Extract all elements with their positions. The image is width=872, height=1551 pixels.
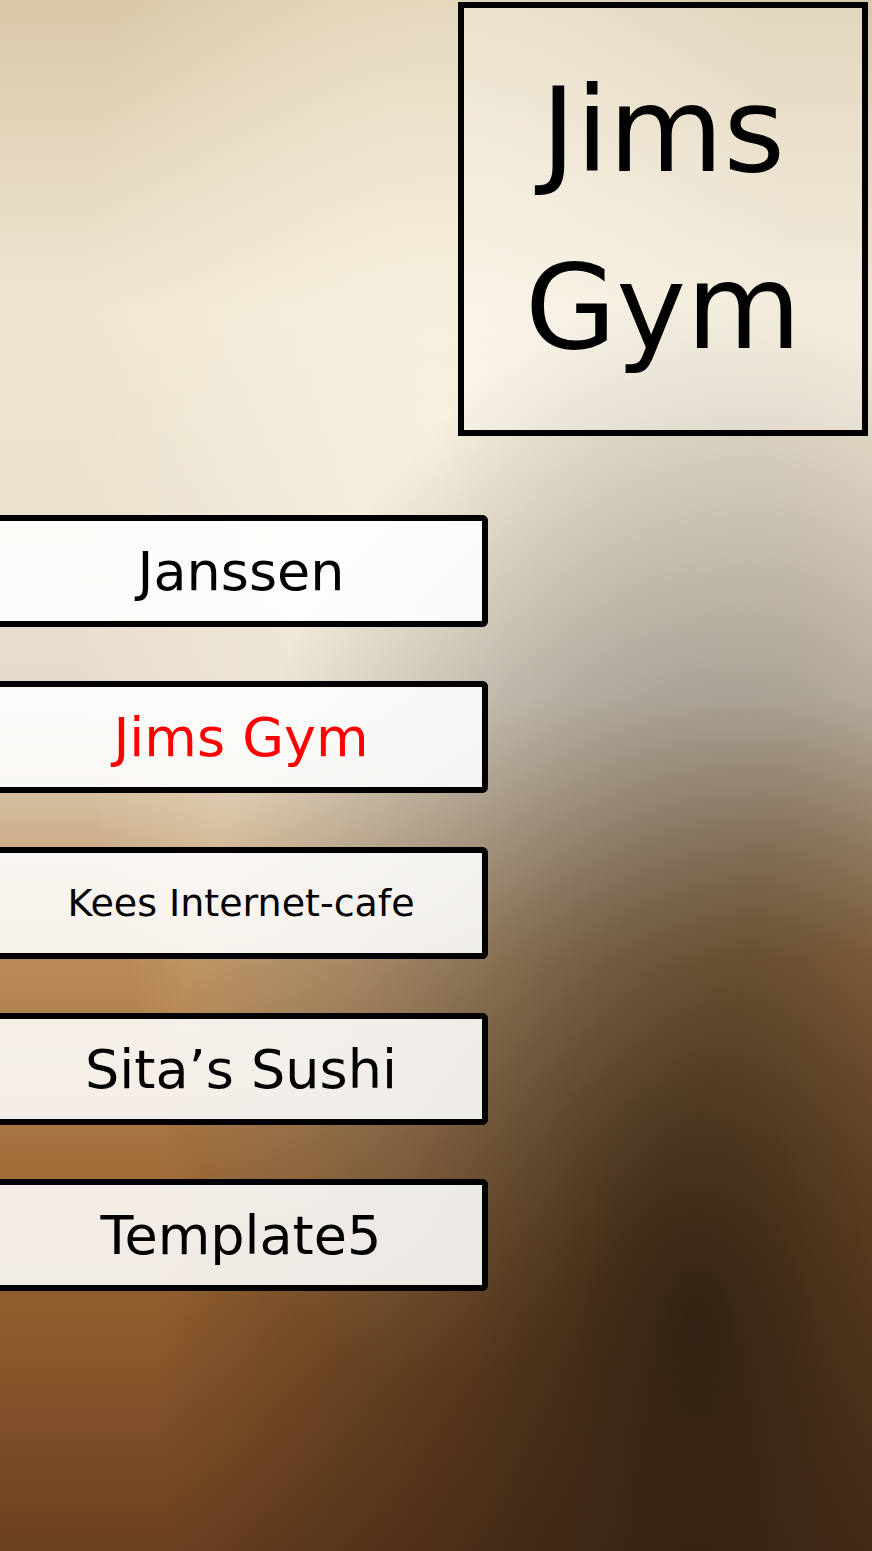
title: Jims Gym — [474, 42, 852, 396]
content: Jims Gym Janssen Jims Gym Kees Internet-caf… — [0, 0, 872, 1291]
app-screen: Jims Gym Janssen Jims Gym Kees Internet-caf… — [0, 0, 872, 1551]
menu-item[interactable]: Janssen — [0, 515, 488, 627]
header: Jims Gym — [0, 0, 872, 436]
menu-item-label: Janssen — [138, 540, 345, 603]
menu-item-label: Jims Gym — [113, 706, 368, 769]
menu-item[interactable]: Sita’s Sushi — [0, 1013, 488, 1125]
menu-item-label: Kees Internet-cafe — [67, 881, 414, 925]
menu-item[interactable]: Template5 — [0, 1179, 488, 1291]
menu-item-label: Sita’s Sushi — [85, 1038, 397, 1101]
menu-item[interactable]: Kees Internet-cafe — [0, 847, 488, 959]
menu-item-label: Template5 — [101, 1204, 382, 1267]
menu: Janssen Jims Gym Kees Internet-cafe Sita’s … — [0, 515, 872, 1291]
menu-item[interactable]: Jims Gym — [0, 681, 488, 793]
title-box: Jims Gym — [458, 2, 868, 436]
